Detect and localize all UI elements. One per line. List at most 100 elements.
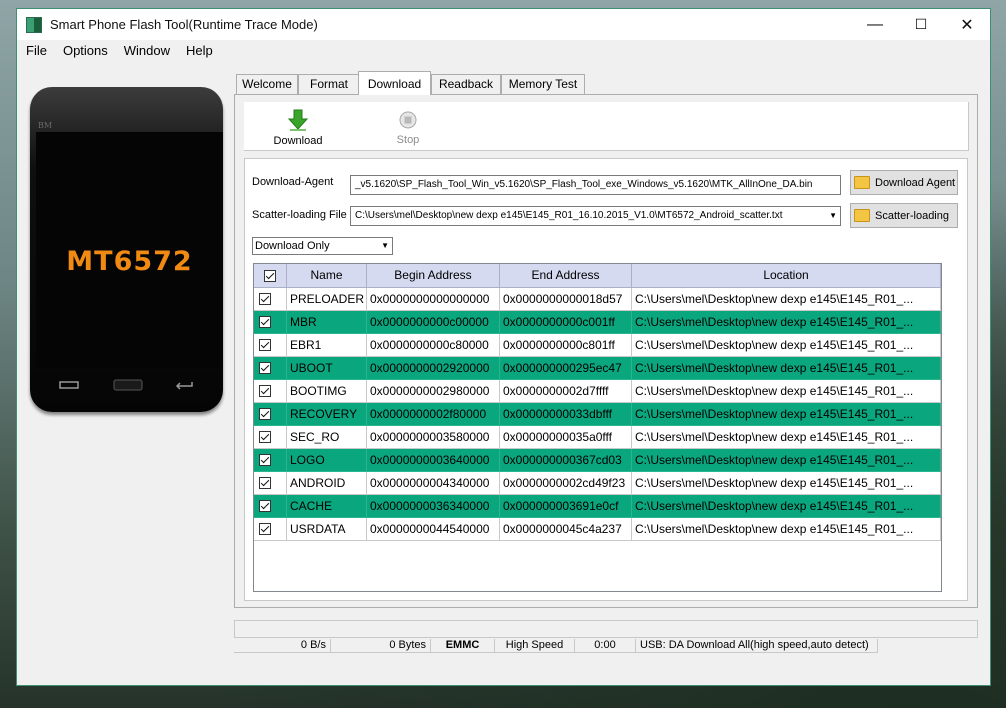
stop-button-label: Stop xyxy=(396,134,420,146)
scatter-loading-button-label: Scatter-loading xyxy=(875,209,949,222)
tab-readback[interactable]: Readback xyxy=(431,74,501,94)
table-row[interactable]: PRELOADER 0x0000000000000000 0x00000000000… xyxy=(254,288,941,311)
column-header-location[interactable]: Location xyxy=(632,264,941,288)
cell-location: C:\Users\mel\Desktop\new dexp e145\E145_… xyxy=(632,357,941,380)
row-checkbox-cell xyxy=(254,357,287,380)
scatter-loading-path-field[interactable]: C:\Users\mel\Desktop\new dexp e145\E145_… xyxy=(350,206,841,226)
download-agent-path-field[interactable]: _v5.1620\SP_Flash_Tool_Win_v5.1620\SP_Fl… xyxy=(350,175,841,195)
table-row[interactable]: BOOTIMG 0x0000000002980000 0x0000000002d7f… xyxy=(254,380,941,403)
title-bar[interactable]: Smart Phone Flash Tool(Runtime Trace Mod… xyxy=(17,9,990,40)
cell-end-address: 0x00000000033dbfff xyxy=(500,403,632,426)
table-row[interactable]: EBR1 0x0000000000c80000 0x0000000000c801ff… xyxy=(254,334,941,357)
row-checkbox[interactable] xyxy=(259,385,271,397)
tab-memory-test[interactable]: Memory Test xyxy=(501,74,585,94)
row-checkbox-cell xyxy=(254,403,287,426)
row-checkbox[interactable] xyxy=(259,408,271,420)
menu-file[interactable]: File xyxy=(17,40,55,62)
download-arrow-icon xyxy=(287,109,309,131)
row-checkbox[interactable] xyxy=(259,454,271,466)
cell-begin-address: 0x0000000002920000 xyxy=(367,357,500,380)
table-row[interactable]: SEC_RO 0x0000000003580000 0x00000000035a0f… xyxy=(254,426,941,449)
row-checkbox[interactable] xyxy=(259,339,271,351)
table-row[interactable]: ANDROID 0x0000000004340000 0x0000000002cd4… xyxy=(254,472,941,495)
cell-end-address: 0x0000000002d7ffff xyxy=(500,380,632,403)
tab-welcome[interactable]: Welcome xyxy=(236,74,298,94)
row-checkbox[interactable] xyxy=(259,362,271,374)
row-checkbox-cell xyxy=(254,288,287,311)
row-checkbox-cell xyxy=(254,311,287,334)
table-row[interactable]: UBOOT 0x0000000002920000 0x000000000295ec4… xyxy=(254,357,941,380)
maximize-icon: ☐ xyxy=(914,16,928,32)
status-speed-mode: High Speed xyxy=(495,639,575,653)
cell-end-address: 0x0000000000c001ff xyxy=(500,311,632,334)
download-mode-select[interactable]: Download Only ▼ xyxy=(252,237,393,255)
table-row[interactable]: MBR 0x0000000000c00000 0x0000000000c001ff C… xyxy=(254,311,941,334)
cell-end-address: 0x0000000045c4a237 xyxy=(500,518,632,541)
row-checkbox[interactable] xyxy=(259,293,271,305)
table-header: Name Begin Address End Address Location xyxy=(254,264,941,288)
stop-button[interactable]: Stop xyxy=(380,108,436,146)
row-checkbox-cell xyxy=(254,518,287,541)
row-checkbox[interactable] xyxy=(259,523,271,535)
select-all-checkbox[interactable] xyxy=(264,270,276,282)
row-checkbox-cell xyxy=(254,449,287,472)
cell-begin-address: 0x0000000000c80000 xyxy=(367,334,500,357)
row-checkbox-cell xyxy=(254,472,287,495)
column-header-begin-address[interactable]: Begin Address xyxy=(367,264,500,288)
cell-name: RECOVERY xyxy=(287,403,367,426)
table-row[interactable]: CACHE 0x0000000036340000 0x000000003691e0c… xyxy=(254,495,941,518)
cell-location: C:\Users\mel\Desktop\new dexp e145\E145_… xyxy=(632,426,941,449)
scatter-loading-path-text: C:\Users\mel\Desktop\new dexp e145\E145_… xyxy=(355,210,783,221)
row-checkbox[interactable] xyxy=(259,316,271,328)
cell-name: USRDATA xyxy=(287,518,367,541)
tab-download[interactable]: Download xyxy=(358,71,431,95)
minimize-button[interactable]: — xyxy=(852,9,898,40)
download-mode-value: Download Only xyxy=(255,240,330,252)
cell-begin-address: 0x0000000036340000 xyxy=(367,495,500,518)
download-agent-label: Download-Agent xyxy=(252,176,334,188)
cell-name: CACHE xyxy=(287,495,367,518)
row-checkbox[interactable] xyxy=(259,431,271,443)
menu-window[interactable]: Window xyxy=(116,40,178,62)
maximize-button[interactable]: ☐ xyxy=(898,9,944,40)
table-row[interactable]: LOGO 0x0000000003640000 0x000000000367cd03… xyxy=(254,449,941,472)
menu-help[interactable]: Help xyxy=(178,40,221,62)
scatter-loading-button[interactable]: Scatter-loading xyxy=(850,203,958,228)
cell-location: C:\Users\mel\Desktop\new dexp e145\E145_… xyxy=(632,449,941,472)
tab-memory-test-label: Memory Test xyxy=(508,77,578,91)
tab-format-label: Format xyxy=(309,77,348,91)
phone-back-button-icon xyxy=(172,378,200,392)
row-checkbox-cell xyxy=(254,495,287,518)
cell-end-address: 0x0000000000018d57 xyxy=(500,288,632,311)
menu-options[interactable]: Options xyxy=(55,40,116,62)
stop-icon xyxy=(399,111,417,129)
row-checkbox-cell xyxy=(254,426,287,449)
cell-begin-address: 0x0000000002f80000 xyxy=(367,403,500,426)
row-checkbox[interactable] xyxy=(259,500,271,512)
download-button[interactable]: Download xyxy=(268,108,328,147)
toolbar xyxy=(244,102,969,151)
download-agent-button[interactable]: Download Agent xyxy=(850,170,958,195)
cell-name: UBOOT xyxy=(287,357,367,380)
phone-model-label: MT6572 xyxy=(66,246,193,277)
cell-name: SEC_RO xyxy=(287,426,367,449)
tab-format[interactable]: Format xyxy=(298,74,360,94)
table-row[interactable]: USRDATA 0x0000000044540000 0x0000000045c4a… xyxy=(254,518,941,541)
folder-icon xyxy=(854,176,870,189)
tab-welcome-label: Welcome xyxy=(242,77,292,91)
tab-download-label: Download xyxy=(367,77,422,91)
select-all-header[interactable] xyxy=(254,264,287,288)
cell-location: C:\Users\mel\Desktop\new dexp e145\E145_… xyxy=(632,334,941,357)
table-row[interactable]: RECOVERY 0x0000000002f80000 0x00000000033d… xyxy=(254,403,941,426)
row-checkbox-cell xyxy=(254,334,287,357)
progress-bar xyxy=(234,620,978,638)
cell-begin-address: 0x0000000004340000 xyxy=(367,472,500,495)
menu-bar: File Options Window Help xyxy=(17,40,990,62)
column-header-name[interactable]: Name xyxy=(287,264,367,288)
cell-name: PRELOADER xyxy=(287,288,367,311)
partition-table: Name Begin Address End Address Location … xyxy=(253,263,942,592)
cell-location: C:\Users\mel\Desktop\new dexp e145\E145_… xyxy=(632,472,941,495)
row-checkbox[interactable] xyxy=(259,477,271,489)
column-header-end-address[interactable]: End Address xyxy=(500,264,632,288)
close-button[interactable]: ✕ xyxy=(944,9,990,40)
